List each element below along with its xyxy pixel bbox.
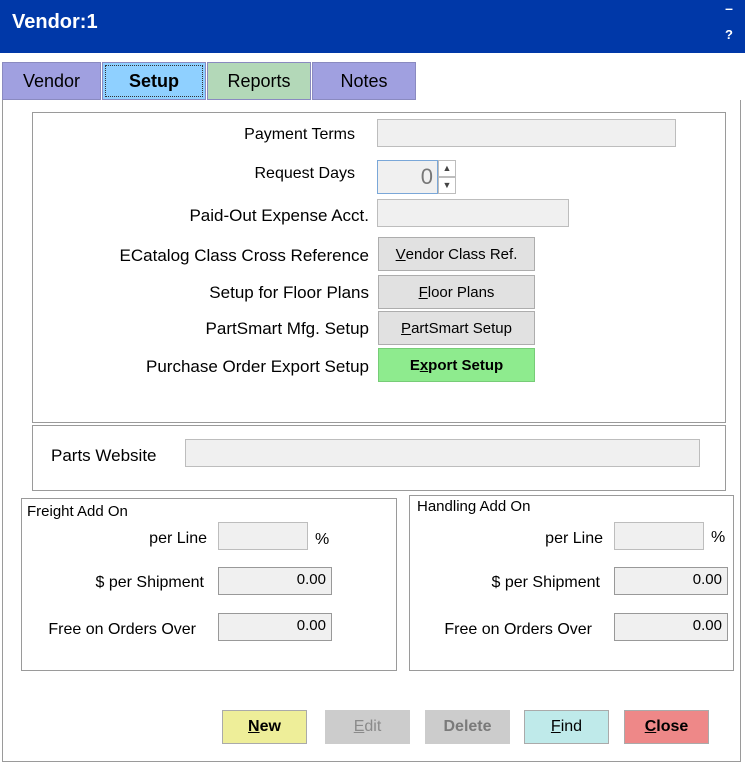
po-export-label: Purchase Order Export Setup: [145, 357, 369, 376]
close-button[interactable]: Close: [624, 710, 709, 744]
handling-per-line-label: per Line: [545, 530, 603, 547]
handling-per-shipment-label: $ per Shipment: [491, 574, 600, 591]
freight-per-line-label: per Line: [149, 530, 207, 547]
ecatalog-label: ECatalog Class Cross Reference: [119, 246, 369, 265]
request-days-label: Request Days: [254, 165, 356, 182]
partsmart-label: PartSmart Mfg. Setup: [205, 319, 369, 338]
new-button[interactable]: New: [222, 710, 307, 744]
tab-reports[interactable]: Reports: [207, 62, 311, 100]
spin-down-icon[interactable]: ▼: [438, 177, 456, 194]
handling-free-over-label: Free on Orders Over: [444, 621, 592, 638]
request-days-field[interactable]: 0: [377, 160, 438, 194]
paid-out-label: Paid-Out Expense Acct.: [189, 206, 369, 225]
floor-plans-button[interactable]: Floor Plans: [378, 275, 535, 309]
find-button[interactable]: Find: [524, 710, 609, 744]
help-button[interactable]: ?: [722, 27, 736, 43]
payment-terms-label: Payment Terms: [244, 126, 355, 143]
export-setup-button[interactable]: Ex port Setup: [378, 348, 535, 382]
freight-per-line-field[interactable]: [218, 522, 308, 550]
floor-plans-label: Setup for Floor Plans: [209, 283, 369, 302]
freight-free-over-field[interactable]: 0.00: [218, 613, 332, 641]
freight-percent-label: %: [315, 531, 330, 548]
freight-per-shipment-field[interactable]: 0.00: [218, 567, 332, 595]
tab-vendor[interactable]: Vendor: [2, 62, 101, 100]
tab-setup[interactable]: Setup: [102, 62, 206, 100]
tab-notes[interactable]: Notes: [312, 62, 416, 100]
handling-percent-label: %: [711, 529, 726, 546]
payment-terms-field[interactable]: [377, 119, 676, 147]
paid-out-field[interactable]: [377, 199, 569, 227]
freight-free-over-label: Free on Orders Over: [48, 621, 196, 638]
delete-button[interactable]: Delete: [425, 710, 510, 744]
freight-title: Freight Add On: [27, 503, 128, 520]
handling-title: Handling Add On: [417, 498, 531, 515]
spin-up-icon[interactable]: ▲: [438, 160, 456, 177]
freight-per-shipment-label: $ per Shipment: [95, 574, 204, 591]
handling-per-line-field[interactable]: [614, 522, 704, 550]
title-bar: [0, 0, 745, 53]
handling-per-shipment-field[interactable]: 0.00: [614, 567, 728, 595]
partsmart-setup-button[interactable]: PartSmart Setup: [378, 311, 535, 345]
edit-button[interactable]: Edit: [325, 710, 410, 744]
parts-website-label: Parts Website: [51, 446, 157, 465]
window-title: Vendor:1: [12, 11, 98, 33]
vendor-class-ref-button[interactable]: Vendor Class Ref.: [378, 237, 535, 271]
handling-free-over-field[interactable]: 0.00: [614, 613, 728, 641]
parts-website-field[interactable]: [185, 439, 700, 467]
minimize-button[interactable]: –: [722, 1, 736, 18]
